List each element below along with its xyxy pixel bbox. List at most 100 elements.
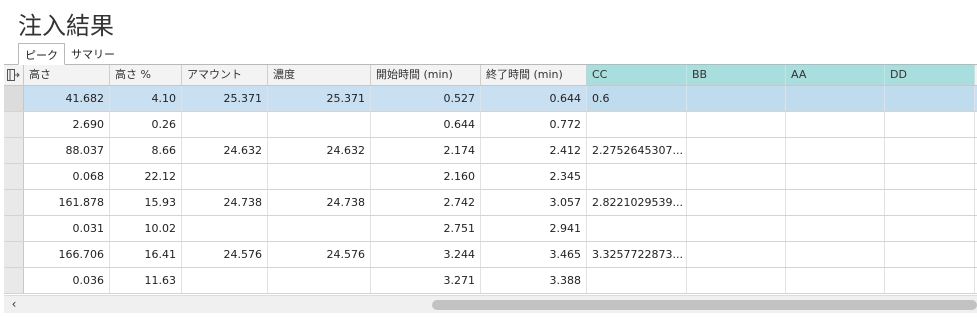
table-cell[interactable]	[687, 216, 786, 241]
row-header[interactable]	[4, 190, 24, 215]
table-cell[interactable]	[786, 242, 885, 267]
column-header-start-time[interactable]: 開始時間 (min)	[371, 65, 481, 85]
table-cell[interactable]: 0.6	[587, 86, 687, 111]
table-cell[interactable]	[587, 112, 687, 137]
table-cell[interactable]: 15.93	[110, 190, 182, 215]
table-cell[interactable]: 2.742	[371, 190, 481, 215]
table-cell[interactable]: 0.772	[481, 112, 587, 137]
table-cell[interactable]: 24.632	[182, 138, 268, 163]
horizontal-scrollbar[interactable]: ‹	[4, 295, 977, 313]
table-cell[interactable]	[687, 190, 786, 215]
column-header-end-time[interactable]: 終了時間 (min)	[481, 65, 587, 85]
table-row[interactable]: 41.682 4.10 25.371 25.371 0.527 0.644 0.6	[4, 86, 977, 112]
scrollbar-thumb[interactable]	[432, 300, 977, 310]
table-cell[interactable]	[182, 216, 268, 241]
table-cell[interactable]	[687, 112, 786, 137]
table-cell[interactable]: 0.068	[24, 164, 110, 189]
table-cell[interactable]	[786, 190, 885, 215]
table-cell[interactable]	[885, 190, 975, 215]
table-cell[interactable]	[587, 164, 687, 189]
table-cell[interactable]	[885, 216, 975, 241]
table-cell[interactable]	[687, 138, 786, 163]
table-cell[interactable]: 4.10	[110, 86, 182, 111]
table-cell[interactable]: 88.037	[24, 138, 110, 163]
table-cell[interactable]: 0.031	[24, 216, 110, 241]
table-row[interactable]: 0.031 10.02 2.751 2.941	[4, 216, 977, 242]
tab-summary[interactable]: サマリー	[65, 43, 121, 65]
table-cell[interactable]: 3.057	[481, 190, 587, 215]
table-row[interactable]: 88.037 8.66 24.632 24.632 2.174 2.412 2.275264…	[4, 138, 977, 164]
table-row[interactable]: 0.068 22.12 2.160 2.345	[4, 164, 977, 190]
row-header[interactable]	[4, 86, 24, 111]
row-header[interactable]	[4, 242, 24, 267]
table-cell[interactable]: 8.66	[110, 138, 182, 163]
table-cell[interactable]	[687, 164, 786, 189]
table-cell[interactable]	[786, 112, 885, 137]
table-cell[interactable]: 10.02	[110, 216, 182, 241]
table-cell[interactable]	[182, 112, 268, 137]
table-cell[interactable]: 3.271	[371, 268, 481, 293]
column-chooser-button[interactable]	[4, 65, 24, 85]
table-cell[interactable]: 16.41	[110, 242, 182, 267]
table-cell[interactable]: 24.738	[182, 190, 268, 215]
table-cell[interactable]: 2.690	[24, 112, 110, 137]
table-cell[interactable]: 2.2752645307...	[587, 138, 687, 163]
scroll-left-button[interactable]: ‹	[6, 296, 22, 314]
table-row[interactable]: 2.690 0.26 0.644 0.772	[4, 112, 977, 138]
table-cell[interactable]: 161.878	[24, 190, 110, 215]
tab-peak[interactable]: ピーク	[18, 43, 65, 65]
table-row[interactable]: 0.036 11.63 3.271 3.388	[4, 268, 977, 294]
table-cell[interactable]	[885, 138, 975, 163]
table-cell[interactable]: 11.63	[110, 268, 182, 293]
table-cell[interactable]: 24.738	[268, 190, 371, 215]
column-header-dd[interactable]: DD	[885, 65, 975, 85]
table-cell[interactable]: 3.3257722873...	[587, 242, 687, 267]
table-cell[interactable]: 3.465	[481, 242, 587, 267]
row-header[interactable]	[4, 112, 24, 137]
table-cell[interactable]	[268, 164, 371, 189]
table-cell[interactable]: 2.174	[371, 138, 481, 163]
table-cell[interactable]	[268, 216, 371, 241]
table-cell[interactable]	[687, 268, 786, 293]
table-cell[interactable]: 3.244	[371, 242, 481, 267]
table-cell[interactable]	[587, 268, 687, 293]
table-cell[interactable]: 0.644	[371, 112, 481, 137]
table-cell[interactable]	[268, 112, 371, 137]
table-cell[interactable]	[182, 164, 268, 189]
column-header-cc[interactable]: CC	[587, 65, 687, 85]
table-cell[interactable]: 24.576	[182, 242, 268, 267]
table-cell[interactable]	[786, 138, 885, 163]
table-cell[interactable]	[885, 164, 975, 189]
table-cell[interactable]	[885, 268, 975, 293]
table-cell[interactable]	[687, 242, 786, 267]
table-cell[interactable]	[786, 86, 885, 111]
table-row[interactable]: 166.706 16.41 24.576 24.576 3.244 3.465 3.3257…	[4, 242, 977, 268]
column-header-concentration[interactable]: 濃度	[268, 65, 371, 85]
table-cell[interactable]: 3.388	[481, 268, 587, 293]
row-header[interactable]	[4, 216, 24, 241]
table-cell[interactable]	[182, 268, 268, 293]
column-header-height[interactable]: 高さ	[24, 65, 110, 85]
table-cell[interactable]	[885, 242, 975, 267]
table-cell[interactable]	[885, 112, 975, 137]
table-cell[interactable]: 2.412	[481, 138, 587, 163]
table-cell[interactable]: 0.527	[371, 86, 481, 111]
table-cell[interactable]: 41.682	[24, 86, 110, 111]
table-cell[interactable]: 2.345	[481, 164, 587, 189]
column-header-amount[interactable]: アマウント	[182, 65, 268, 85]
table-cell[interactable]: 0.036	[24, 268, 110, 293]
column-header-bb[interactable]: BB	[687, 65, 786, 85]
table-cell[interactable]: 22.12	[110, 164, 182, 189]
table-cell[interactable]	[885, 86, 975, 111]
column-header-aa[interactable]: AA	[786, 65, 885, 85]
table-cell[interactable]	[786, 216, 885, 241]
table-row[interactable]: 161.878 15.93 24.738 24.738 2.742 3.057 2.8221…	[4, 190, 977, 216]
table-cell[interactable]: 2.941	[481, 216, 587, 241]
table-cell[interactable]: 24.632	[268, 138, 371, 163]
table-cell[interactable]: 0.26	[110, 112, 182, 137]
table-cell[interactable]: 166.706	[24, 242, 110, 267]
column-header-height-percent[interactable]: 高さ %	[110, 65, 182, 85]
row-header[interactable]	[4, 268, 24, 293]
table-cell[interactable]: 24.576	[268, 242, 371, 267]
table-cell[interactable]: 2.8221029539...	[587, 190, 687, 215]
